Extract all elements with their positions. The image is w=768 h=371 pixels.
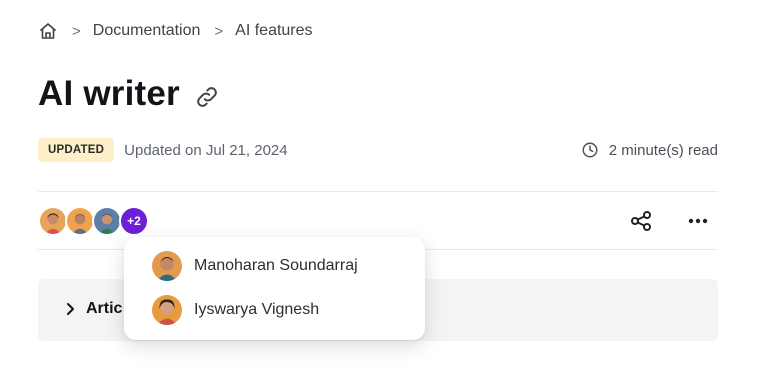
contributor-name: Manoharan Soundarraj: [194, 257, 358, 274]
clock-icon: [581, 141, 599, 159]
contributor-avatars[interactable]: +2: [38, 206, 149, 236]
status-badge: UPDATED: [38, 138, 115, 162]
avatar: [152, 295, 182, 325]
more-contributors-badge[interactable]: +2: [119, 206, 149, 236]
contributors-popover: Manoharan Soundarraj Iyswarya Vignesh: [124, 237, 425, 340]
share-icon[interactable]: [628, 208, 654, 234]
article-toggle-label: Artic: [86, 300, 123, 317]
chevron-right-icon: [64, 302, 76, 316]
article-toggle[interactable]: Artic: [64, 300, 122, 318]
contributor-item[interactable]: Manoharan Soundarraj: [152, 251, 358, 281]
more-options-icon[interactable]: [684, 208, 712, 234]
avatar[interactable]: [92, 206, 122, 236]
read-time-label: 2 minute(s) read: [608, 141, 718, 159]
divider: [38, 191, 718, 192]
avatar: [152, 251, 182, 281]
avatar[interactable]: [65, 206, 95, 236]
page-title: AI writer: [38, 74, 180, 113]
contributor-name: Iyswarya Vignesh: [194, 301, 320, 318]
read-time: 2 minute(s) read: [581, 141, 718, 159]
avatar[interactable]: [38, 206, 68, 236]
breadcrumb-ai-features[interactable]: AI features: [235, 22, 312, 40]
updated-date: Updated on Jul 21, 2024: [124, 141, 288, 159]
breadcrumb-separator: >: [214, 22, 224, 40]
breadcrumb: > Documentation > AI features: [38, 20, 313, 42]
link-icon[interactable]: [194, 84, 220, 110]
contributor-item[interactable]: Iyswarya Vignesh: [152, 295, 319, 325]
meta-row: UPDATED Updated on Jul 21, 2024 2 minute…: [38, 137, 718, 163]
breadcrumb-separator: >: [72, 22, 81, 40]
breadcrumb-documentation[interactable]: Documentation: [93, 22, 201, 40]
home-icon[interactable]: [38, 21, 58, 41]
title-row: AI writer: [38, 74, 220, 114]
